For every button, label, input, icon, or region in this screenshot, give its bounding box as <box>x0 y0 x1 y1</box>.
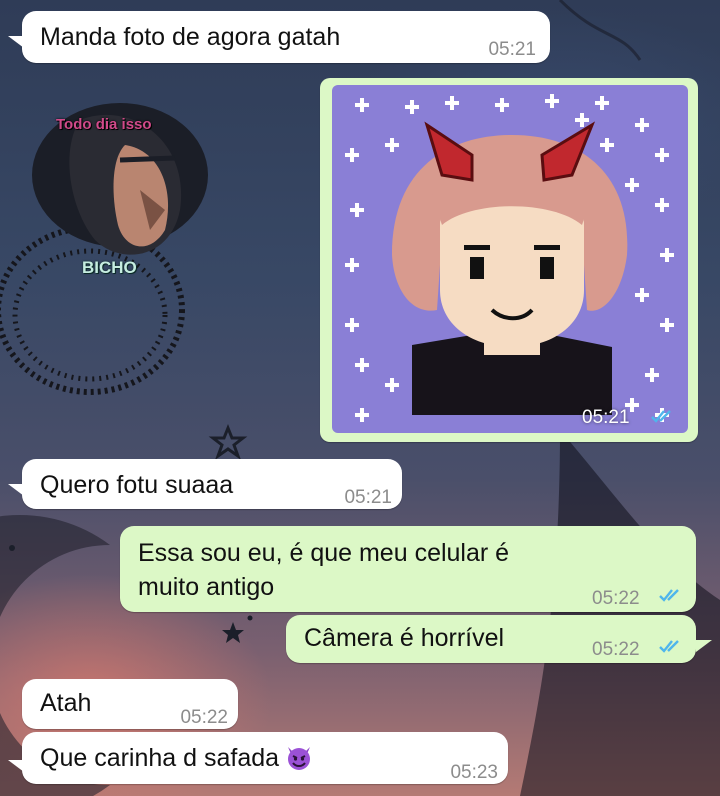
incoming-message[interactable]: Que carinha d safada 05:23 <box>22 732 508 784</box>
message-text-line-1: Essa sou eu, é que meu celular é <box>138 539 510 567</box>
sticker-bottom-text: BICHO <box>82 258 137 277</box>
meme-sticker[interactable]: Todo dia isso BICHO <box>0 100 240 400</box>
message-text-wrapper: Que carinha d safada <box>40 743 313 773</box>
bubble-tail <box>8 36 24 48</box>
sticker-image <box>0 103 208 395</box>
smiling-imp-emoji-icon <box>288 747 311 770</box>
chat-screen: Todo dia isso BICHO Manda foto de agora … <box>0 0 720 796</box>
message-text: Quero fotu suaaa <box>40 471 234 499</box>
sticker-top-text: Todo dia isso <box>56 116 152 133</box>
incoming-message[interactable]: Atah 05:22 <box>22 679 238 729</box>
message-time: 05:21 <box>488 39 536 60</box>
outgoing-message[interactable]: Câmera é horrível 05:22 <box>286 615 696 663</box>
bubble-tail <box>8 484 24 496</box>
bubble-tail <box>696 640 712 652</box>
message-text-line-2: muito antigo <box>138 573 275 601</box>
message-time: 05:23 <box>450 762 498 783</box>
message-text: Que carinha d safada <box>40 744 280 772</box>
message-text: Manda foto de agora gatah <box>40 23 341 51</box>
bubble-tail <box>8 760 24 772</box>
incoming-message[interactable]: Quero fotu suaaa 05:21 <box>22 459 402 509</box>
outgoing-message[interactable]: Essa sou eu, é que meu celular é muito a… <box>120 526 696 612</box>
message-time: 05:22 <box>180 707 228 728</box>
pixel-avatar-image[interactable] <box>332 85 688 433</box>
message-time: 05:22 <box>592 588 640 609</box>
double-check-icon <box>659 640 679 653</box>
double-check-icon <box>651 410 671 423</box>
message-time: 05:21 <box>582 407 630 428</box>
outgoing-image-message[interactable]: 05:21 <box>320 78 698 442</box>
incoming-message[interactable]: Manda foto de agora gatah 05:21 <box>22 11 550 63</box>
message-text: Câmera é horrível <box>304 624 505 652</box>
message-time: 05:22 <box>592 639 640 660</box>
message-text: Atah <box>40 689 92 717</box>
double-check-icon <box>659 589 679 602</box>
message-time: 05:21 <box>344 487 392 508</box>
